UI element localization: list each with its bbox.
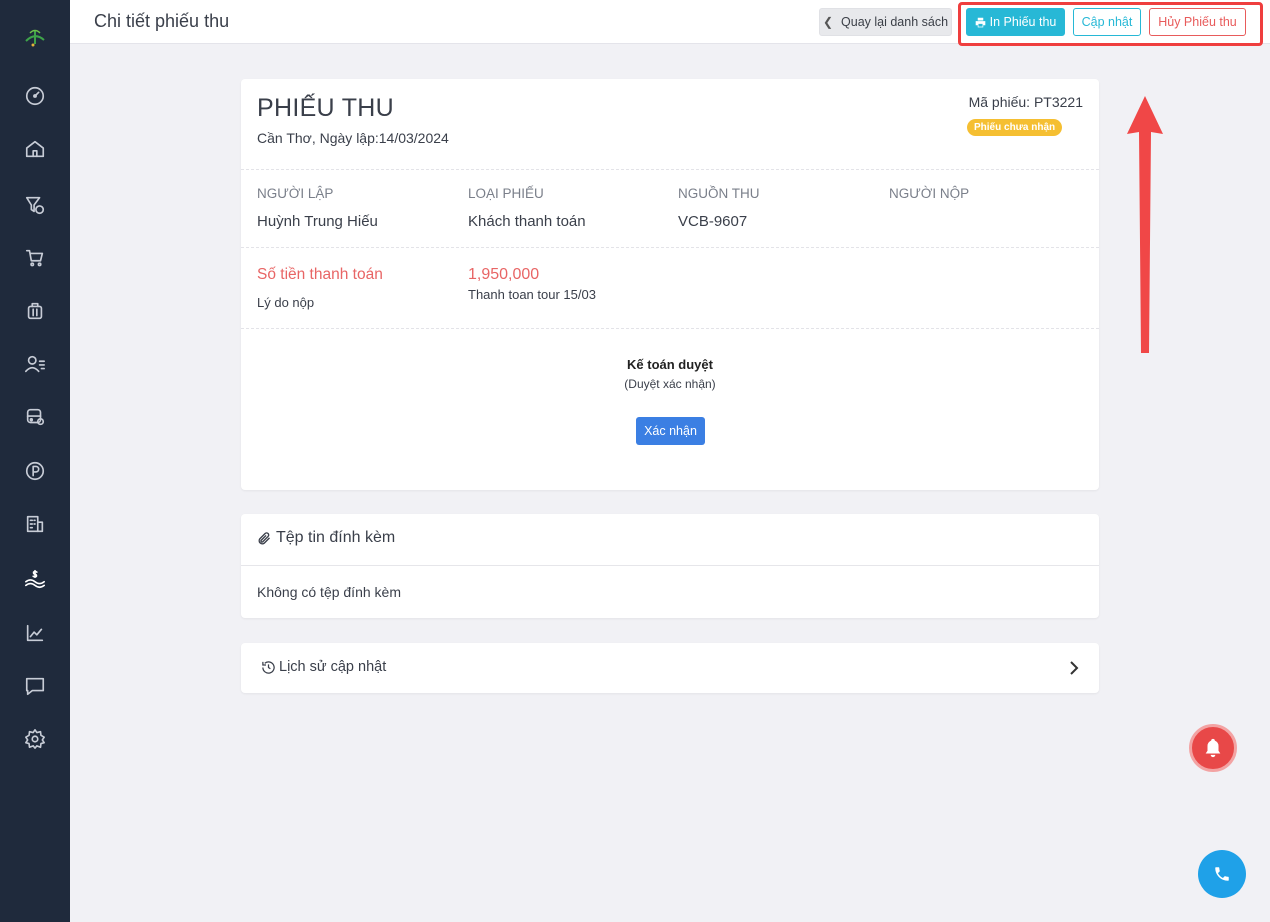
payer-label: Người nộp bbox=[889, 186, 970, 201]
chevron-right-icon[interactable] bbox=[1069, 661, 1079, 675]
receipt-type-value: Khách thanh toán bbox=[468, 213, 586, 230]
chat-icon[interactable] bbox=[23, 674, 47, 698]
attachments-title: Tệp tin đính kèm bbox=[276, 529, 396, 546]
bus-icon[interactable] bbox=[23, 405, 47, 429]
update-history-card[interactable]: Lịch sử cập nhật bbox=[241, 643, 1099, 693]
receipt-code: Mã phiếu: PT3221 bbox=[968, 94, 1083, 110]
building-icon[interactable] bbox=[23, 512, 47, 536]
dashboard-icon[interactable] bbox=[23, 84, 47, 108]
amount-value: 1,950,000 bbox=[468, 266, 540, 283]
annotation-arrow bbox=[1127, 96, 1163, 353]
update-history-title: Lịch sử cập nhật bbox=[279, 659, 387, 675]
annotation-highlight-box bbox=[958, 2, 1263, 46]
app-logo[interactable] bbox=[22, 24, 48, 50]
amount-label: Số tiền thanh toán bbox=[257, 266, 383, 283]
phone-icon bbox=[1215, 867, 1229, 881]
update-history-header: Lịch sử cập nhật bbox=[261, 659, 386, 675]
filter-money-icon[interactable] bbox=[23, 193, 47, 217]
status-badge: Phiếu chưa nhận bbox=[967, 119, 1063, 136]
paperclip-icon bbox=[258, 531, 270, 544]
divider bbox=[241, 169, 1099, 170]
reason-label: Lý do nộp bbox=[257, 295, 315, 310]
cart-icon[interactable] bbox=[23, 246, 47, 270]
attachments-empty-text: Không có tệp đính kèm bbox=[257, 584, 401, 600]
bell-icon bbox=[1205, 738, 1221, 758]
chevron-left-icon: ❮ bbox=[822, 15, 834, 29]
back-to-list-label: Quay lại danh sách bbox=[841, 15, 949, 29]
settings-icon[interactable] bbox=[23, 727, 47, 751]
page-title: Chi tiết phiếu thu bbox=[94, 11, 230, 31]
divider bbox=[241, 328, 1099, 329]
approval-title: Kế toán duyệt bbox=[627, 357, 713, 372]
attachments-card: Tệp tin đính kèm Không có tệp đính kèm bbox=[241, 514, 1099, 618]
receipt-title: PHIẾU THU bbox=[257, 94, 394, 122]
notification-bell-button[interactable] bbox=[1189, 724, 1237, 772]
revenue-source-value: VCB-9607 bbox=[678, 213, 748, 230]
history-icon bbox=[262, 660, 275, 674]
receipt-location-date: Cần Thơ, Ngày lập:14/03/2024 bbox=[257, 130, 449, 146]
confirm-label: Xác nhận bbox=[644, 424, 697, 438]
home-icon[interactable] bbox=[23, 137, 47, 161]
reason-value: Thanh toan tour 15/03 bbox=[468, 287, 596, 302]
receipt-type-label: Loại phiếu bbox=[468, 186, 544, 201]
sidebar bbox=[0, 0, 70, 922]
money-hand-icon[interactable] bbox=[23, 567, 47, 591]
revenue-source-label: Nguồn thu bbox=[678, 186, 760, 201]
approval-subtitle: (Duyệt xác nhận) bbox=[624, 377, 716, 391]
confirm-button[interactable]: Xác nhận bbox=[636, 417, 705, 445]
call-button[interactable] bbox=[1198, 850, 1246, 898]
back-to-list-button[interactable]: ❮ Quay lại danh sách bbox=[819, 8, 952, 36]
user-list-icon[interactable] bbox=[23, 352, 47, 376]
creator-label: Người lập bbox=[257, 186, 334, 201]
creator-value: Huỳnh Trung Hiếu bbox=[257, 213, 378, 230]
receipt-card: PHIẾU THU Cần Thơ, Ngày lập:14/03/2024 M… bbox=[241, 79, 1099, 490]
suitcase-icon[interactable] bbox=[23, 299, 47, 323]
divider bbox=[241, 247, 1099, 248]
divider bbox=[241, 565, 1099, 566]
attachments-header: Tệp tin đính kèm bbox=[257, 529, 395, 547]
parking-icon[interactable] bbox=[23, 459, 47, 483]
chart-icon[interactable] bbox=[23, 621, 47, 645]
